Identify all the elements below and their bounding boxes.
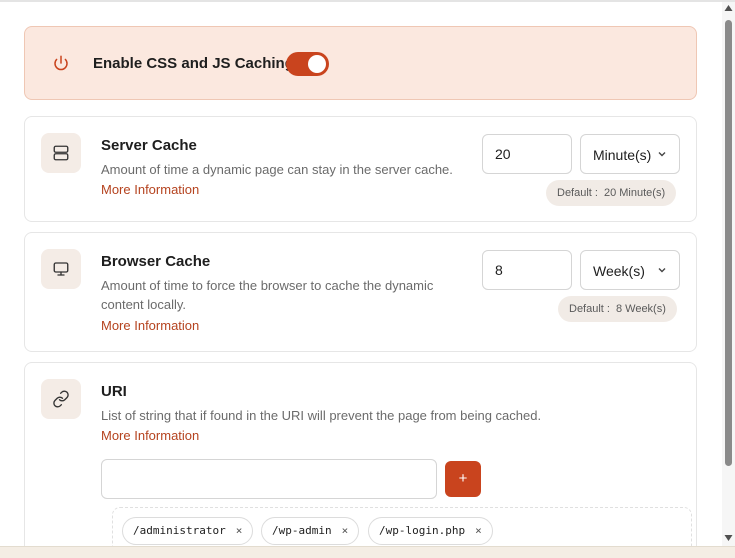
scroll-up-arrow-icon[interactable] (724, 4, 733, 12)
server-cache-card: Server Cache Amount of time a dynamic pa… (24, 116, 697, 222)
link-icon-box (41, 379, 81, 419)
add-uri-button[interactable]: + (445, 461, 481, 497)
default-key: Default : (557, 187, 598, 199)
browser-cache-value-input[interactable] (482, 250, 572, 290)
server-cache-unit-select[interactable]: Minute(s) (580, 134, 680, 174)
bottom-bar (0, 546, 735, 558)
uri-title: URI (101, 383, 127, 400)
chevron-down-icon (658, 268, 666, 273)
server-cache-value-input[interactable] (482, 134, 572, 174)
scroll-down-arrow-icon[interactable] (724, 534, 733, 542)
browser-cache-title: Browser Cache (101, 253, 211, 270)
browser-cache-description-line2: content locally. (101, 297, 187, 312)
uri-chip-list: /administrator × /wp-admin × /wp-login.php… (112, 507, 692, 546)
uri-chip: /wp-admin × (261, 517, 360, 545)
uri-more-info-link[interactable]: More Information (101, 428, 199, 443)
settings-panel: Enable CSS and JS Caching Server Cache A… (0, 2, 722, 546)
browser-cache-unit-value: Week(s) (593, 263, 645, 279)
power-icon (54, 55, 68, 71)
caching-toggle-switch[interactable] (286, 52, 329, 76)
server-cache-description: Amount of time a dynamic page can stay i… (101, 162, 453, 177)
caching-toggle-banner: Enable CSS and JS Caching (24, 26, 697, 100)
browser-cache-unit-select[interactable]: Week(s) (580, 250, 680, 290)
server-cache-unit-value: Minute(s) (593, 147, 652, 163)
chevron-down-icon (658, 152, 666, 157)
browser-cache-default-badge: Default : 8 Week(s) (558, 296, 677, 322)
monitor-icon-box (41, 249, 81, 289)
toggle-knob (308, 55, 326, 73)
server-cache-more-info-link[interactable]: More Information (101, 182, 199, 197)
uri-input[interactable] (101, 459, 437, 499)
uri-chip-label: /wp-login.php (379, 524, 466, 537)
vertical-scrollbar[interactable] (722, 2, 735, 546)
uri-chip-label: /wp-admin (272, 524, 332, 537)
server-icon-box (41, 133, 81, 173)
uri-chip: /wp-login.php × (368, 517, 493, 545)
default-value: 8 Week(s) (615, 303, 666, 315)
remove-chip-icon[interactable]: × (475, 524, 482, 537)
caching-toggle-label: Enable CSS and JS Caching (93, 55, 294, 72)
uri-chip: /administrator × (122, 517, 254, 545)
uri-description: List of string that if found in the URI … (101, 408, 542, 423)
server-cache-title: Server Cache (101, 137, 197, 154)
browser-cache-more-info-link[interactable]: More Information (101, 318, 199, 333)
browser-cache-card: Browser Cache Amount of time to force th… (24, 232, 697, 352)
default-value: 20 Minute(s) (603, 187, 666, 199)
scrollbar-thumb[interactable] (725, 20, 732, 466)
browser-cache-description-line1: Amount of time to force the browser to c… (101, 278, 434, 293)
server-icon (53, 145, 69, 161)
remove-chip-icon[interactable]: × (342, 524, 349, 537)
monitor-icon (53, 262, 69, 276)
remove-chip-icon[interactable]: × (236, 524, 243, 537)
server-cache-default-badge: Default : 20 Minute(s) (546, 180, 677, 206)
default-key: Default : (569, 303, 610, 315)
uri-chip-label: /administrator (133, 524, 226, 537)
uri-card: URI List of string that if found in the … (24, 362, 697, 546)
link-icon (53, 390, 69, 408)
